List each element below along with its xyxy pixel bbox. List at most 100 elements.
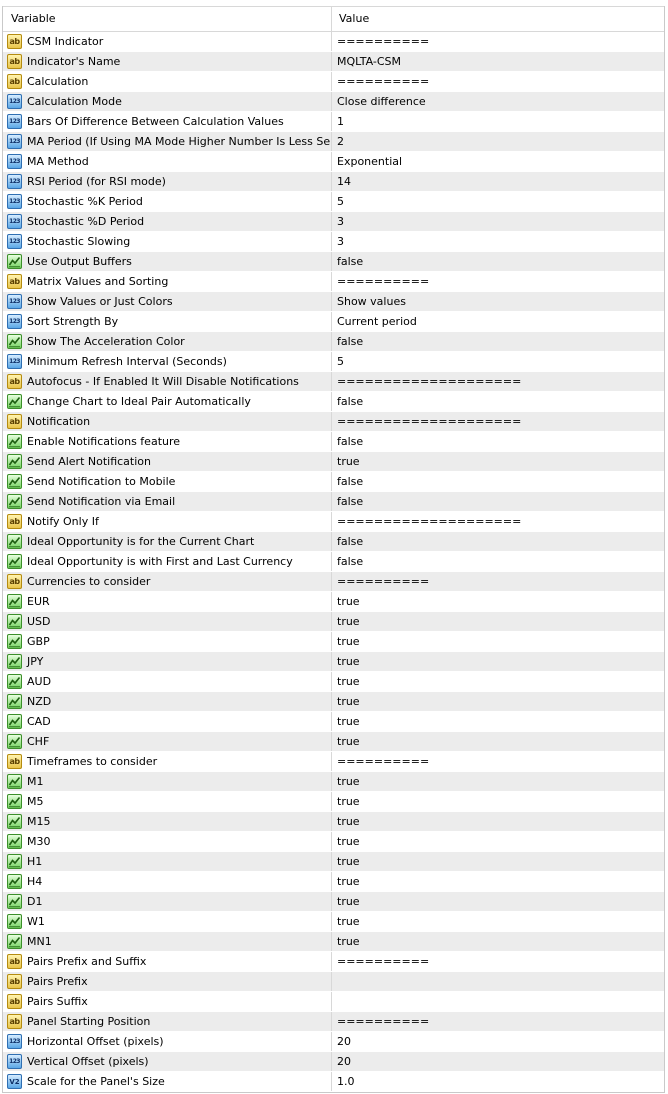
value-cell[interactable]: true	[332, 832, 664, 851]
table-row[interactable]: 123 Vertical Offset (pixels) 20	[3, 1052, 664, 1072]
variable-cell[interactable]: Send Notification to Mobile	[3, 472, 332, 491]
table-row[interactable]: ab Notify Only If ====================	[3, 512, 664, 532]
table-row[interactable]: Enable Notifications feature false	[3, 432, 664, 452]
table-row[interactable]: W1 true	[3, 912, 664, 932]
value-cell[interactable]	[332, 992, 664, 1011]
table-row[interactable]: Send Notification to Mobile false	[3, 472, 664, 492]
variable-cell[interactable]: H1	[3, 852, 332, 871]
table-row[interactable]: NZD true	[3, 692, 664, 712]
variable-cell[interactable]: ab Calculation	[3, 72, 332, 91]
column-header-value[interactable]: Value	[332, 7, 664, 31]
value-cell[interactable]: ====================	[332, 372, 664, 391]
variable-cell[interactable]: 123 RSI Period (for RSI mode)	[3, 172, 332, 191]
table-row[interactable]: ab Pairs Prefix and Suffix ==========	[3, 952, 664, 972]
value-cell[interactable]: 20	[332, 1052, 664, 1071]
table-row[interactable]: ab Timeframes to consider ==========	[3, 752, 664, 772]
variable-cell[interactable]: ab Autofocus - If Enabled It Will Disable…	[3, 372, 332, 391]
variable-cell[interactable]: CAD	[3, 712, 332, 731]
value-cell[interactable]: true	[332, 612, 664, 631]
value-cell[interactable]: 3	[332, 212, 664, 231]
value-cell[interactable]: true	[332, 632, 664, 651]
table-row[interactable]: Change Chart to Ideal Pair Automatically…	[3, 392, 664, 412]
value-cell[interactable]: Close difference	[332, 92, 664, 111]
variable-cell[interactable]: 123 Stochastic %K Period	[3, 192, 332, 211]
variable-cell[interactable]: Use Output Buffers	[3, 252, 332, 271]
value-cell[interactable]: 5	[332, 192, 664, 211]
variable-cell[interactable]: 123 Bars Of Difference Between Calculatio…	[3, 112, 332, 131]
table-row[interactable]: D1 true	[3, 892, 664, 912]
variable-cell[interactable]: Enable Notifications feature	[3, 432, 332, 451]
table-row[interactable]: M15 true	[3, 812, 664, 832]
value-cell[interactable]: true	[332, 792, 664, 811]
variable-cell[interactable]: 123 Horizontal Offset (pixels)	[3, 1032, 332, 1051]
table-row[interactable]: Ideal Opportunity is with First and Last…	[3, 552, 664, 572]
table-row[interactable]: V2 Scale for the Panel's Size 1.0	[3, 1072, 664, 1092]
value-cell[interactable]: 20	[332, 1032, 664, 1051]
table-row[interactable]: USD true	[3, 612, 664, 632]
table-row[interactable]: CAD true	[3, 712, 664, 732]
variable-cell[interactable]: D1	[3, 892, 332, 911]
value-cell[interactable]: ==========	[332, 272, 664, 291]
value-cell[interactable]: 14	[332, 172, 664, 191]
value-cell[interactable]: true	[332, 852, 664, 871]
variable-cell[interactable]: 123 Sort Strength By	[3, 312, 332, 331]
value-cell[interactable]: true	[332, 892, 664, 911]
table-row[interactable]: JPY true	[3, 652, 664, 672]
table-row[interactable]: 123 RSI Period (for RSI mode) 14	[3, 172, 664, 192]
table-row[interactable]: 123 Stochastic %K Period 5	[3, 192, 664, 212]
table-row[interactable]: ab Calculation ==========	[3, 72, 664, 92]
variable-cell[interactable]: AUD	[3, 672, 332, 691]
variable-cell[interactable]: MN1	[3, 932, 332, 951]
variable-cell[interactable]: 123 Stochastic Slowing	[3, 232, 332, 251]
value-cell[interactable]: false	[332, 432, 664, 451]
table-row[interactable]: ab Autofocus - If Enabled It Will Disable…	[3, 372, 664, 392]
variable-cell[interactable]: CHF	[3, 732, 332, 751]
table-row[interactable]: ab CSM Indicator ==========	[3, 32, 664, 52]
table-row[interactable]: Send Notification via Email false	[3, 492, 664, 512]
value-cell[interactable]: false	[332, 332, 664, 351]
table-row[interactable]: 123 Minimum Refresh Interval (Seconds) 5	[3, 352, 664, 372]
value-cell[interactable]: true	[332, 672, 664, 691]
value-cell[interactable]: MQLTA-CSM	[332, 52, 664, 71]
value-cell[interactable]: true	[332, 872, 664, 891]
variable-cell[interactable]: V2 Scale for the Panel's Size	[3, 1072, 332, 1091]
variable-cell[interactable]: M30	[3, 832, 332, 851]
value-cell[interactable]: true	[332, 932, 664, 951]
value-cell[interactable]: true	[332, 652, 664, 671]
table-row[interactable]: MN1 true	[3, 932, 664, 952]
table-row[interactable]: M30 true	[3, 832, 664, 852]
value-cell[interactable]: ==========	[332, 32, 664, 51]
variable-cell[interactable]: 123 MA Method	[3, 152, 332, 171]
value-cell[interactable]: 5	[332, 352, 664, 371]
variable-cell[interactable]: W1	[3, 912, 332, 931]
variable-cell[interactable]: 123 Stochastic %D Period	[3, 212, 332, 231]
value-cell[interactable]: Exponential	[332, 152, 664, 171]
value-cell[interactable]: false	[332, 252, 664, 271]
variable-cell[interactable]: ab CSM Indicator	[3, 32, 332, 51]
variable-cell[interactable]: ab Panel Starting Position	[3, 1012, 332, 1031]
variable-cell[interactable]: Ideal Opportunity is with First and Last…	[3, 552, 332, 571]
variable-cell[interactable]: 123 Minimum Refresh Interval (Seconds)	[3, 352, 332, 371]
table-row[interactable]: 123 MA Period (If Using MA Mode Higher Nu…	[3, 132, 664, 152]
value-cell[interactable]: false	[332, 492, 664, 511]
value-cell[interactable]: true	[332, 692, 664, 711]
variable-cell[interactable]: 123 MA Period (If Using MA Mode Higher Nu…	[3, 132, 332, 151]
variable-cell[interactable]: EUR	[3, 592, 332, 611]
value-cell[interactable]: false	[332, 392, 664, 411]
variable-cell[interactable]: 123 Calculation Mode	[3, 92, 332, 111]
value-cell[interactable]: Show values	[332, 292, 664, 311]
table-row[interactable]: 123 Sort Strength By Current period	[3, 312, 664, 332]
variable-cell[interactable]: ab Pairs Suffix	[3, 992, 332, 1011]
value-cell[interactable]: ==========	[332, 1012, 664, 1031]
table-row[interactable]: CHF true	[3, 732, 664, 752]
table-row[interactable]: ab Pairs Prefix	[3, 972, 664, 992]
variable-cell[interactable]: ab Matrix Values and Sorting	[3, 272, 332, 291]
variable-cell[interactable]: 123 Show Values or Just Colors	[3, 292, 332, 311]
value-cell[interactable]: 1	[332, 112, 664, 131]
variable-cell[interactable]: Show The Acceleration Color	[3, 332, 332, 351]
value-cell[interactable]: ==========	[332, 952, 664, 971]
value-cell[interactable]: ====================	[332, 512, 664, 531]
variable-cell[interactable]: M1	[3, 772, 332, 791]
table-row[interactable]: EUR true	[3, 592, 664, 612]
table-row[interactable]: ab Notification ====================	[3, 412, 664, 432]
